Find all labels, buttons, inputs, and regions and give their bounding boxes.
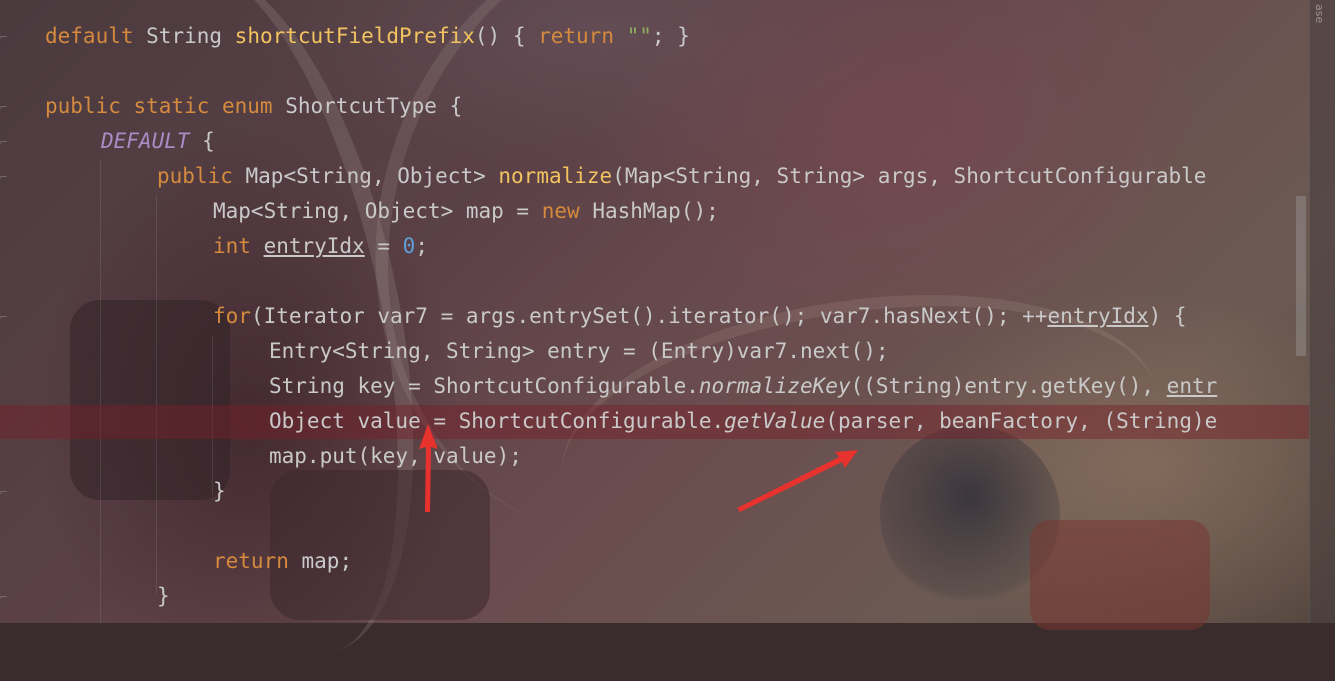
keyword: int <box>213 234 264 258</box>
keyword: new <box>541 199 593 223</box>
variable-name: entryIdx <box>1047 304 1149 328</box>
code-line[interactable]: map.put(key, value); <box>269 439 522 474</box>
keyword: public <box>157 164 246 188</box>
string-literal: "" <box>626 24 652 48</box>
code-text: Object value = ShortcutConfigurable. <box>269 409 725 433</box>
code-text: Map<String, Object> <box>245 164 499 188</box>
code-text: map.put(key, value); <box>269 444 522 468</box>
code-text: = <box>364 234 403 258</box>
code-line-breakpoint[interactable]: Object value = ShortcutConfigurable.getV… <box>269 404 1217 439</box>
code-text: (parser, beanFactory, (String)e <box>825 409 1218 433</box>
code-text: } <box>157 584 170 608</box>
code-line[interactable]: Map<String, Object> map = new HashMap(); <box>213 194 719 229</box>
code-text: String <box>146 24 235 48</box>
code-text: Entry<String, String> entry = (Entry)var… <box>269 339 889 363</box>
code-text: (Map<String, String> args, ShortcutConfi… <box>612 164 1207 188</box>
keyword: return <box>538 24 627 48</box>
method-name: normalizeKey <box>698 374 851 398</box>
horizontal-scrollbar-thumb[interactable] <box>1296 196 1306 356</box>
keyword: default <box>45 24 147 48</box>
code-text: } <box>213 479 226 503</box>
code-text: ; <box>415 234 428 258</box>
keyword: return <box>213 549 302 573</box>
code-line[interactable]: int entryIdx = 0; <box>213 229 428 264</box>
number-literal: 0 <box>402 234 416 258</box>
variable-name: entryIdx <box>263 234 365 258</box>
code-text: HashMap(); <box>592 199 719 223</box>
method-name: normalize <box>498 164 613 188</box>
code-text: ; } <box>651 24 690 48</box>
method-name: getValue <box>724 409 826 433</box>
code-line[interactable]: } <box>213 474 226 509</box>
code-text: Map<String, Object> map = <box>213 199 542 223</box>
code-text: () { <box>474 24 539 48</box>
code-line[interactable]: default String shortcutFieldPrefix() { r… <box>45 19 690 54</box>
code-text: String key = ShortcutConfigurable. <box>269 374 699 398</box>
code-line[interactable]: } <box>157 579 170 614</box>
code-line[interactable]: public Map<String, Object> normalize(Map… <box>157 159 1206 194</box>
code-text: ((String)entry.getKey(), <box>850 374 1167 398</box>
code-editor[interactable]: default String shortcutFieldPrefix() { r… <box>0 0 1309 623</box>
code-text: (Iterator var7 = args.entrySet().iterato… <box>250 304 1048 328</box>
code-line[interactable]: String key = ShortcutConfigurable.normal… <box>269 369 1217 404</box>
right-tool-strip[interactable] <box>1309 0 1335 623</box>
code-line[interactable]: DEFAULT { <box>101 124 215 159</box>
code-text: map; <box>301 549 353 573</box>
keyword: public static enum <box>45 94 286 118</box>
code-text: { <box>189 129 215 153</box>
code-line[interactable]: return map; <box>213 544 352 579</box>
code-text: ShortcutType { <box>285 94 463 118</box>
code-text: ) { <box>1148 304 1187 328</box>
code-line[interactable]: Entry<String, String> entry = (Entry)var… <box>269 334 889 369</box>
side-panel-label[interactable]: ase <box>1313 4 1326 23</box>
enum-constant: DEFAULT <box>101 129 190 153</box>
keyword: for <box>213 304 251 328</box>
variable-name: entr <box>1166 374 1218 398</box>
code-line[interactable]: public static enum ShortcutType { <box>45 89 462 124</box>
method-name: shortcutFieldPrefix <box>234 24 475 48</box>
code-line[interactable]: for(Iterator var7 = args.entrySet().iter… <box>213 299 1187 334</box>
